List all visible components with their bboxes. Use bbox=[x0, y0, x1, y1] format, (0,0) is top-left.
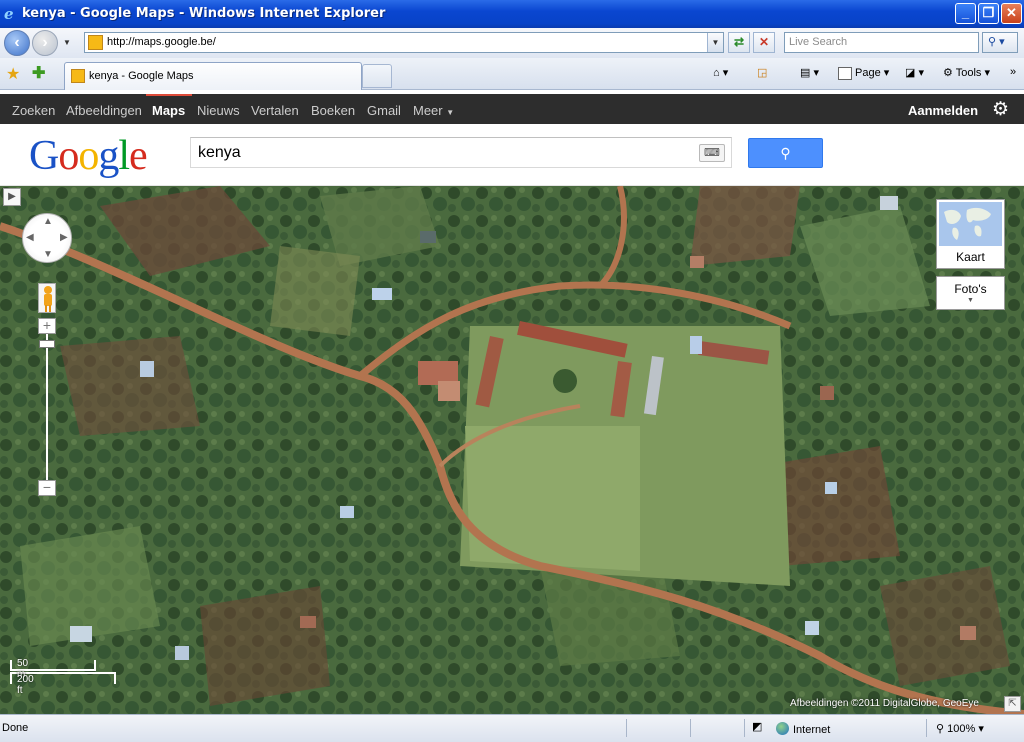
add-favorites-icon[interactable]: ✚ bbox=[32, 63, 45, 83]
world-map-icon bbox=[939, 202, 1002, 246]
pan-up-icon[interactable]: ▲ bbox=[43, 216, 53, 227]
gbar-boeken[interactable]: Boeken bbox=[311, 103, 355, 118]
zoom-slider-handle[interactable] bbox=[39, 340, 55, 348]
google-bar: Zoeken Afbeeldingen Maps Nieuws Vertalen… bbox=[0, 94, 1024, 124]
gbar-maps[interactable]: Maps bbox=[152, 103, 185, 118]
zoom-level-value: 100% bbox=[947, 723, 976, 735]
maximize-button[interactable]: ❐ bbox=[978, 3, 999, 24]
favorites-star-icon[interactable]: ★ bbox=[6, 64, 20, 84]
map-attribution: Afbeeldingen ©2011 DigitalGlobe, GeoEye bbox=[790, 698, 979, 709]
gear-icon[interactable]: ⚙ bbox=[992, 98, 1009, 121]
search-button[interactable]: ⚲ bbox=[748, 138, 823, 168]
pan-down-icon[interactable]: ▼ bbox=[43, 249, 53, 260]
status-divider bbox=[690, 719, 691, 737]
tools-gear-icon: ⚙ bbox=[943, 67, 953, 79]
gbar-meer-label: Meer bbox=[413, 103, 443, 118]
pegman-icon[interactable] bbox=[38, 283, 56, 313]
tab-toolbar: ★ ✚ kenya - Google Maps ⌂ ▾ ◲ ▤ ▾ Page ▾… bbox=[0, 58, 1024, 90]
back-button[interactable]: ‹ bbox=[4, 30, 30, 56]
status-divider bbox=[926, 719, 927, 737]
new-tab-button[interactable] bbox=[362, 64, 392, 88]
window-titlebar: e kenya - Google Maps - Windows Internet… bbox=[0, 0, 1024, 28]
status-text: Done bbox=[2, 722, 29, 734]
zoom-track[interactable] bbox=[46, 334, 48, 480]
zoom-out-button[interactable]: − bbox=[38, 480, 56, 496]
print-icon[interactable]: ▤ ▾ bbox=[800, 66, 819, 79]
site-favicon-icon bbox=[88, 35, 103, 50]
forward-button[interactable]: › bbox=[32, 30, 58, 56]
signin-link[interactable]: Aanmelden bbox=[908, 103, 978, 118]
live-search-input[interactable]: Live Search bbox=[784, 32, 979, 53]
scale-imperial-label: 200 ft bbox=[17, 674, 34, 696]
pan-left-icon[interactable]: ◀ bbox=[26, 232, 34, 243]
fotos-dropdown-icon: ▼ bbox=[967, 297, 974, 304]
status-bar: Done ◩ Internet ⚲ 100% ▾ bbox=[0, 714, 1024, 742]
search-icon: ⚲ bbox=[780, 145, 791, 161]
zoom-control: + − bbox=[38, 318, 56, 498]
active-tab-indicator bbox=[146, 94, 192, 96]
address-url[interactable]: http://maps.google.be/ bbox=[107, 36, 216, 48]
history-dropdown-icon[interactable]: ▼ bbox=[63, 38, 71, 47]
zoom-level[interactable]: ⚲ 100% ▾ bbox=[936, 722, 984, 735]
window-title: kenya - Google Maps - Windows Internet E… bbox=[22, 6, 386, 21]
overview-toggle-icon[interactable]: ⇱ bbox=[1004, 696, 1021, 712]
page-menu[interactable]: Page ▾ bbox=[838, 66, 889, 80]
search-input[interactable]: kenya ⌨ bbox=[190, 137, 732, 168]
tools-menu-label: Tools bbox=[955, 67, 982, 79]
gbar-vertalen[interactable]: Vertalen bbox=[251, 103, 299, 118]
gbar-zoeken[interactable]: Zoeken bbox=[12, 103, 55, 118]
search-header: Google kenya ⌨ ⚲ bbox=[0, 124, 1024, 186]
minimize-button[interactable]: _ bbox=[955, 3, 976, 24]
globe-icon bbox=[776, 722, 789, 735]
security-zone-label: Internet bbox=[793, 724, 831, 736]
page-menu-label: Page bbox=[855, 67, 881, 79]
refresh-button[interactable]: ⇄ bbox=[728, 32, 750, 53]
ie-logo-icon: e bbox=[4, 5, 14, 23]
tab-google-maps[interactable]: kenya - Google Maps bbox=[64, 62, 362, 90]
address-dropdown-icon[interactable]: ▼ bbox=[707, 33, 723, 52]
chevron-down-icon: ▼ bbox=[446, 108, 455, 117]
page-icon bbox=[838, 66, 852, 80]
pan-control[interactable]: ▲ ▼ ◀ ▶ bbox=[22, 213, 72, 263]
stop-button[interactable]: ✕ bbox=[753, 32, 775, 53]
gbar-afbeeldingen[interactable]: Afbeeldingen bbox=[66, 103, 142, 118]
close-button[interactable]: ✕ bbox=[1001, 3, 1022, 24]
gbar-meer[interactable]: Meer ▼ bbox=[413, 103, 454, 118]
keyboard-icon[interactable]: ⌨ bbox=[699, 144, 725, 162]
search-query[interactable]: kenya bbox=[198, 144, 241, 162]
map-type-kaart-label: Kaart bbox=[956, 250, 985, 264]
gbar-gmail[interactable]: Gmail bbox=[367, 103, 401, 118]
feeds-icon[interactable]: ◲ bbox=[757, 66, 767, 79]
satellite-imagery bbox=[0, 186, 1024, 714]
home-icon[interactable]: ⌂ ▾ bbox=[713, 66, 728, 79]
pan-right-icon[interactable]: ▶ bbox=[60, 232, 68, 243]
security-zone[interactable]: Internet bbox=[776, 722, 830, 736]
sidebar-toggle-button[interactable]: ▶ bbox=[3, 188, 21, 206]
map-canvas[interactable]: ▶ ▲ ▼ ◀ ▶ + − Kaart Foto's ▼ 50 m 200 ft… bbox=[0, 186, 1024, 714]
safety-icon[interactable]: ◪ ▾ bbox=[905, 66, 924, 79]
google-logo[interactable]: Google bbox=[29, 132, 148, 180]
toolbar-overflow-icon[interactable]: » bbox=[1010, 66, 1016, 78]
search-go-button[interactable]: ⚲ ▾ bbox=[982, 32, 1018, 53]
address-bar[interactable]: http://maps.google.be/ ▼ bbox=[84, 32, 724, 53]
map-type-fotos-button[interactable]: Foto's ▼ bbox=[936, 276, 1005, 310]
map-type-kaart-button[interactable]: Kaart bbox=[936, 199, 1005, 269]
tools-menu[interactable]: ⚙ Tools ▾ bbox=[943, 66, 990, 79]
address-toolbar: ‹ › ▼ http://maps.google.be/ ▼ ⇄ ✕ Live … bbox=[0, 28, 1024, 58]
map-type-fotos-label: Foto's bbox=[954, 282, 987, 296]
status-divider bbox=[626, 719, 627, 737]
gbar-nieuws[interactable]: Nieuws bbox=[197, 103, 240, 118]
tab-favicon-icon bbox=[71, 69, 85, 83]
zoom-in-button[interactable]: + bbox=[38, 318, 56, 334]
protected-mode-icon[interactable]: ◩ bbox=[752, 720, 762, 733]
status-divider bbox=[744, 719, 745, 737]
tab-label: kenya - Google Maps bbox=[89, 70, 194, 82]
